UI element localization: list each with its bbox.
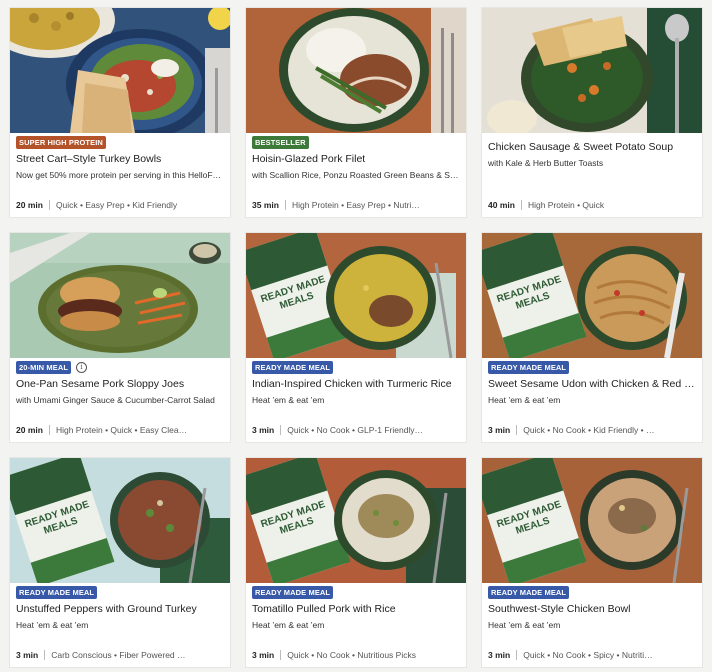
recipe-photo: READY MADE MEALS [482,233,702,358]
recipe-card[interactable]: READY MADE MEALS READY MADE MEAL Unstuff… [9,457,231,668]
prep-time: 3 min [488,425,511,435]
recipe-title[interactable]: Hoisin-Glazed Pork Filet [252,153,460,165]
recipe-meta: 3 min Quick • No Cook • GLP-1 Friendly… [252,425,460,435]
recipe-title[interactable]: One-Pan Sesame Pork Sloppy Joes [16,378,224,390]
badge-ready-made-meal: READY MADE MEAL [16,586,98,599]
recipe-photo: READY MADE MEALS [482,458,702,583]
recipe-tags: Quick • Easy Prep • Kid Friendly [55,200,178,210]
divider [280,425,282,435]
recipe-title[interactable]: Chicken Sausage & Sweet Potato Soup [488,141,696,153]
recipe-title[interactable]: Indian-Inspired Chicken with Turmeric Ri… [252,378,460,390]
recipe-title[interactable]: Southwest-Style Chicken Bowl [488,603,696,615]
recipe-card[interactable]: READY MADE MEALS READY MADE MEAL Southwe… [481,457,703,668]
badge-super-high-protein: SUPER HIGH PROTEIN [16,136,106,149]
recipe-subtitle: Heat ’em & eat ’em [252,620,325,630]
recipe-meta: 3 min Quick • No Cook • Kid Friendly • … [488,425,696,435]
recipe-tags: High Protein • Quick • Easy Clea… [55,425,188,435]
badge-20-min-meal: 20-MIN MEAL [16,361,72,374]
divider [44,650,46,660]
divider [520,200,522,210]
recipe-tags: Carb Conscious • Fiber Powered … [51,650,186,660]
badge-ready-made-meal: READY MADE MEAL [488,361,570,374]
recipe-photo [246,8,466,133]
recipe-subtitle: Heat ’em & eat ’em [16,620,89,630]
prep-time: 3 min [252,650,275,660]
recipe-subtitle: with Scallion Rice, Ponzu Roasted Green … [252,170,460,180]
recipe-card[interactable]: BESTSELLER Hoisin-Glazed Pork Filet with… [245,7,467,218]
divider [516,425,518,435]
divider [48,425,50,435]
badge-ready-made-meal: READY MADE MEAL [252,361,334,374]
prep-time: 35 min [252,200,279,210]
recipe-tags: High Protein • Quick [527,200,605,210]
recipe-tags: Quick • No Cook • Kid Friendly • … [523,425,655,435]
recipe-title[interactable]: Unstuffed Peppers with Ground Turkey [16,603,224,615]
recipe-subtitle: Heat ’em & eat ’em [252,395,325,405]
recipe-subtitle: with Kale & Herb Butter Toasts [488,158,604,168]
recipe-meta: 20 min Quick • Easy Prep • Kid Friendly [16,200,224,210]
divider [280,650,282,660]
recipe-subtitle: with Umami Ginger Sauce & Cucumber-Carro… [16,395,215,405]
recipe-photo: READY MADE MEALS [10,458,230,583]
recipe-photo [10,233,230,358]
recipe-meta: 40 min High Protein • Quick [488,200,696,210]
badge-ready-made-meal: READY MADE MEAL [488,586,570,599]
prep-time: 3 min [252,425,275,435]
badge-ready-made-meal: READY MADE MEAL [252,586,334,599]
recipe-card[interactable]: Chicken Sausage & Sweet Potato Soup with… [481,7,703,218]
prep-time: 40 min [488,200,515,210]
recipe-meta: 3 min Carb Conscious • Fiber Powered … [16,650,224,660]
recipe-card[interactable]: READY MADE MEALS READY MADE MEAL Tomatil… [245,457,467,668]
recipe-tags: High Protein • Easy Prep • Nutri… [291,200,420,210]
prep-time: 3 min [16,650,39,660]
recipe-subtitle: Now get 50% more protein per serving in … [16,170,222,180]
recipe-meta: 35 min High Protein • Easy Prep • Nutri… [252,200,460,210]
recipe-card[interactable]: READY MADE MEALS READY MADE MEAL Sweet S… [481,232,703,443]
recipe-card[interactable]: SUPER HIGH PROTEIN Street Cart–Style Tur… [9,7,231,218]
recipe-card[interactable]: READY MADE MEALS READY MADE MEAL Indian-… [245,232,467,443]
recipe-photo [482,8,702,133]
recipe-tags: Quick • No Cook • Spicy • Nutriti… [523,650,653,660]
recipe-title[interactable]: Street Cart–Style Turkey Bowls [16,153,224,165]
badge-bestseller: BESTSELLER [252,136,309,149]
recipe-card[interactable]: 20-MIN MEAL i One-Pan Sesame Pork Sloppy … [9,232,231,443]
recipe-tags: Quick • No Cook • GLP-1 Friendly… [287,425,424,435]
recipe-title[interactable]: Sweet Sesame Udon with Chicken & Red Pe… [488,378,696,390]
recipe-photo [10,8,230,133]
prep-time: 20 min [16,425,43,435]
recipe-title[interactable]: Tomatillo Pulled Pork with Rice [252,603,460,615]
divider [516,650,518,660]
recipe-meta: 3 min Quick • No Cook • Nutritious Picks [252,650,460,660]
recipe-photo: READY MADE MEALS [246,233,466,358]
recipe-meta: 3 min Quick • No Cook • Spicy • Nutriti… [488,650,696,660]
prep-time: 20 min [16,200,43,210]
prep-time: 3 min [488,650,511,660]
divider [284,200,286,210]
recipe-photo: READY MADE MEALS [246,458,466,583]
recipe-meta: 20 min High Protein • Quick • Easy Clea… [16,425,224,435]
divider [48,200,50,210]
info-icon[interactable]: i [76,362,88,373]
recipe-subtitle: Heat ’em & eat ’em [488,620,561,630]
recipe-subtitle: Heat ’em & eat ’em [488,395,561,405]
recipe-tags: Quick • No Cook • Nutritious Picks [287,650,416,660]
